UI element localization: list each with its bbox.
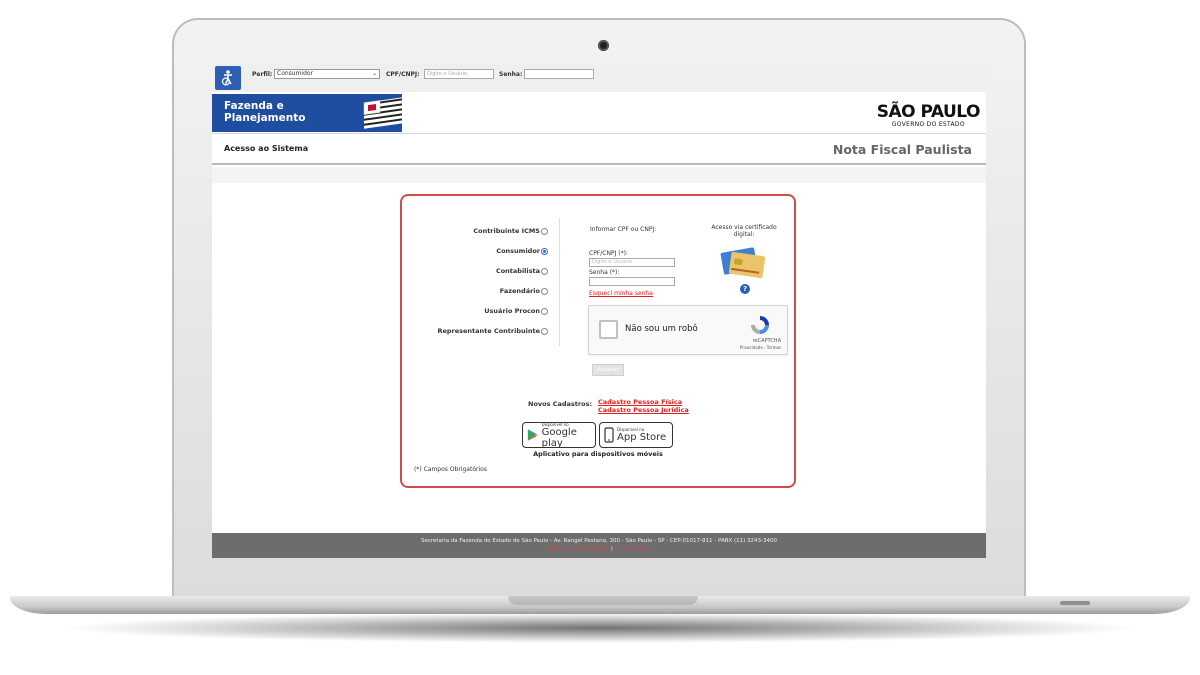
phone-icon: [604, 427, 614, 443]
recaptcha-terms[interactable]: Privacidade - Termos: [740, 345, 781, 350]
laptop-frame: Perfil: Consumidor ⌄ CPF/CNPJ: Digite o …: [0, 0, 1200, 675]
recaptcha-label: Não sou um robô: [625, 324, 698, 334]
profile-label: Contribuinte ICMS: [473, 227, 540, 235]
perfil-select[interactable]: Consumidor ⌄: [274, 69, 380, 79]
profile-radio[interactable]: [541, 247, 548, 255]
acessar-button[interactable]: Acessar: [592, 364, 624, 376]
system-name: Nota Fiscal Paulista: [832, 142, 972, 157]
accessibility-icon[interactable]: [215, 66, 241, 90]
google-play-button[interactable]: Disponível no Google play: [522, 422, 596, 449]
senha-field-label: Senha (*):: [589, 269, 620, 276]
cadastro-pessoa-fisica-link[interactable]: Cadastro Pessoa Física: [598, 398, 682, 406]
laptop-port: [1060, 601, 1090, 605]
contact-link[interactable]: Fale Conosco: [615, 546, 651, 552]
profile-radio[interactable]: [541, 327, 548, 335]
column-divider: [559, 218, 560, 346]
title-separator: [212, 167, 986, 183]
sp-flag-icon: [363, 97, 402, 129]
perfil-select-value: Consumidor: [277, 70, 314, 77]
google-play-name: Google play: [541, 426, 577, 449]
footer-links: Política de Privacidade | Fale Conosco: [212, 545, 986, 553]
profile-radio[interactable]: [541, 227, 548, 235]
laptop-hinge-notch: [508, 596, 698, 605]
forgot-password-link[interactable]: Esqueci minha senha: [589, 290, 653, 297]
top-senha-input[interactable]: [524, 69, 594, 79]
login-card: Contribuinte ICMS Consumidor Contabilist…: [400, 194, 796, 488]
recaptcha-logo-icon: [751, 316, 769, 334]
profile-option-consumidor[interactable]: Consumidor: [496, 247, 548, 255]
cpf-input[interactable]: Digite o Usuário: [589, 258, 675, 267]
recaptcha-checkbox[interactable]: [599, 320, 618, 339]
sp-logo-title: SÃO PAULO: [876, 102, 981, 122]
top-cpf-input[interactable]: Digite o Usuário: [424, 69, 494, 79]
footer-address: Secretaria da Fazenda do Estado de São P…: [420, 538, 778, 544]
profile-option-usuario-procon[interactable]: Usuário Procon: [484, 307, 548, 315]
cpf-hint: Informar CPF ou CNPJ:: [590, 226, 657, 233]
sp-logo-subtitle: GOVERNO DO ESTADO: [891, 121, 965, 128]
profile-option-fazendario[interactable]: Fazendário: [500, 287, 548, 295]
profile-radio[interactable]: [541, 307, 548, 315]
cpf-field-label: CPF/CNPJ (*):: [589, 250, 628, 257]
page-title: Acesso ao Sistema: [224, 144, 309, 153]
privacy-policy-link[interactable]: Política de Privacidade: [547, 546, 609, 552]
page-title-bar: Acesso ao Sistema Nota Fiscal Paulista: [212, 135, 986, 165]
senha-input[interactable]: [589, 277, 675, 286]
cadastro-pessoa-juridica-link[interactable]: Cadastro Pessoa Jurídica: [598, 406, 689, 414]
senha-label: Senha:: [499, 71, 523, 78]
sp-government-logo[interactable]: SÃO PAULO GOVERNO DO ESTADO: [876, 102, 981, 129]
profile-label: Usuário Procon: [484, 307, 540, 315]
help-icon[interactable]: ?: [740, 284, 750, 294]
laptop-shadow: [60, 613, 1140, 643]
profile-option-contribuinte-icms[interactable]: Contribuinte ICMS: [473, 227, 548, 235]
profile-label: Fazendário: [499, 287, 540, 295]
footer-separator: |: [611, 546, 613, 552]
novos-cadastros-label: Novos Cadastros:: [528, 400, 593, 408]
screen: Perfil: Consumidor ⌄ CPF/CNPJ: Digite o …: [212, 64, 986, 558]
cpf-label: CPF/CNPJ:: [386, 71, 420, 78]
chevron-down-icon: ⌄: [371, 70, 377, 77]
recaptcha-widget[interactable]: Não sou um robô reCAPTCHA Privacidade - …: [588, 305, 788, 355]
google-play-icon: [527, 429, 538, 441]
profile-label: Consumidor: [496, 247, 540, 255]
top-login-bar: Perfil: Consumidor ⌄ CPF/CNPJ: Digite o …: [212, 64, 986, 92]
required-fields-note: (*) Campos Obrigatórios: [414, 466, 487, 473]
profile-radio[interactable]: [541, 267, 548, 275]
profile-radio[interactable]: [541, 287, 548, 295]
profile-label: Contabilista: [495, 267, 540, 275]
app-store-button[interactable]: Disponível na App Store: [599, 422, 673, 448]
header-banner: Fazenda e Planejamento SÃO PAULO GOVERNO…: [212, 92, 986, 134]
profile-label: Representante Contribuinte: [437, 327, 540, 335]
webcam-icon: [598, 40, 609, 51]
page-footer: Secretaria da Fazenda do Estado de São P…: [212, 533, 986, 558]
perfil-label: Perfil:: [252, 71, 273, 78]
profile-option-representante[interactable]: Representante Contribuinte: [437, 327, 548, 335]
certificate-access-text: Acesso via certificado digital:: [711, 224, 777, 238]
profile-option-contabilista[interactable]: Contabilista: [496, 267, 548, 275]
app-store-name: App Store: [617, 432, 667, 443]
digital-certificate-card-icon[interactable]: [720, 244, 768, 280]
mobile-app-caption: Aplicativo para dispositivos móveis: [533, 450, 663, 458]
recaptcha-brand: reCAPTCHA: [752, 338, 781, 344]
